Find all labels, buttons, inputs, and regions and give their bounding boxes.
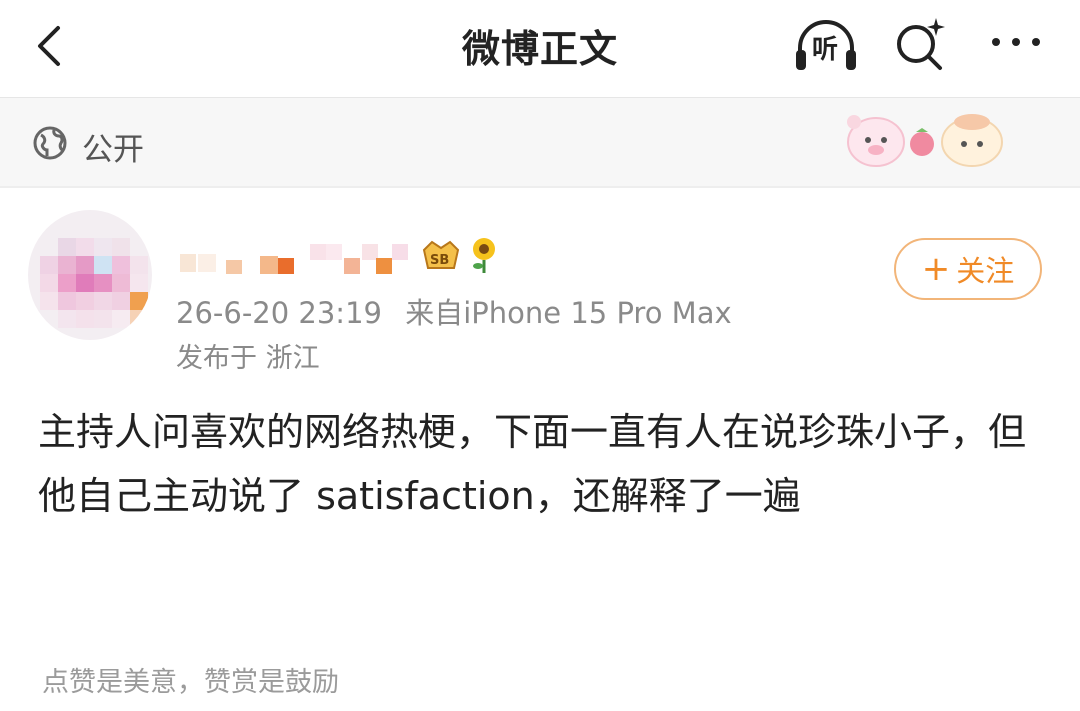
source-prefix: 来自 <box>405 296 464 330</box>
username-obscured[interactable] <box>176 238 412 278</box>
decoration-stickers <box>836 108 1012 172</box>
section-divider <box>0 186 1080 188</box>
globe-icon <box>32 125 68 161</box>
post-timestamp: 26-6-20 23:19 <box>176 296 382 330</box>
listen-label: 听 <box>812 35 839 65</box>
sunflower-badge-icon <box>468 236 500 274</box>
vip-badge-icon: SB <box>420 238 462 274</box>
visibility-label: 公开 <box>82 132 144 168</box>
more-dots-icon <box>992 38 1040 46</box>
search-button[interactable] <box>892 16 952 72</box>
more-button[interactable] <box>986 22 1046 62</box>
post-location: 发布于 浙江 <box>176 343 320 374</box>
plus-icon: + <box>921 249 951 289</box>
follow-button[interactable]: + 关注 <box>894 238 1042 300</box>
post-content: 主持人问喜欢的网络热梗，下面一直有人在说珍珠小子，但他自己主动说了 satisf… <box>38 410 1027 518</box>
follow-label: 关注 <box>956 254 1015 288</box>
svg-text:SB: SB <box>430 253 449 268</box>
avatar[interactable] <box>28 210 152 340</box>
reward-hint: 点赞是美意，赞赏是鼓励 <box>42 667 339 698</box>
device-name[interactable]: iPhone 15 Pro Max <box>463 296 731 330</box>
post-meta: 26-6-20 23:19 来自iPhone 15 Pro Max <box>176 290 732 332</box>
listen-button[interactable]: 听 <box>794 20 858 72</box>
search-sparkle-icon <box>897 18 945 70</box>
